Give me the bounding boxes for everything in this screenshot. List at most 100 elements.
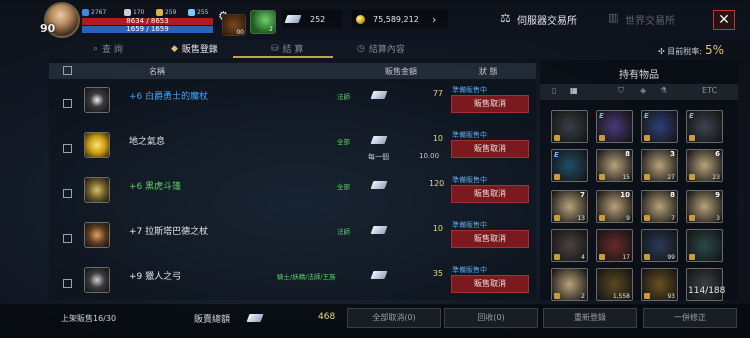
feather-icon xyxy=(370,91,388,99)
inventory-slot[interactable]: 10 9 xyxy=(596,190,633,223)
close-button[interactable]: ✕ xyxy=(713,10,735,30)
potion-bag-icon[interactable]: 00 xyxy=(222,14,246,36)
collect-button[interactable]: 回收(0) xyxy=(444,308,538,328)
edit-all-button[interactable]: 一併修正 xyxy=(643,308,737,328)
filter-armor[interactable]: ⛉ xyxy=(618,86,624,96)
cancel-sale-button[interactable]: 販售取消 xyxy=(451,95,529,113)
inventory-slot[interactable]: E xyxy=(641,110,678,143)
inventory-slot[interactable]: 3 27 xyxy=(641,149,678,182)
table-row[interactable]: +6 白爵勇士的魔杖 法師 77 準備販售中 販售取消 xyxy=(49,82,536,126)
slot-quantity: 8 xyxy=(670,191,675,199)
item-status: 準備販售中 xyxy=(452,131,487,139)
row-checkbox[interactable] xyxy=(63,279,72,288)
cancel-sale-button[interactable]: 販售取消 xyxy=(451,230,529,248)
inventory-slot[interactable]: 87 xyxy=(641,190,678,223)
tab-settle[interactable]: ⛁ 結 算 xyxy=(271,42,303,56)
enchant-badge: E xyxy=(554,151,559,159)
filter-grid[interactable]: ▦ xyxy=(570,86,578,95)
feather-currency: 252 xyxy=(282,10,342,28)
filter-accessory[interactable]: ◈ xyxy=(640,86,646,95)
inventory-slot[interactable]: 93 xyxy=(686,190,723,223)
slot-count: 4 xyxy=(581,254,585,261)
slot-count: 3 xyxy=(716,215,720,222)
tab-settle-history[interactable]: ◷ 結算內容 xyxy=(357,42,405,56)
lock-icon xyxy=(554,293,560,299)
table-row[interactable]: 地之氣息 全部 10 準備販售中 販售取消 每一個 10.00 xyxy=(49,127,536,171)
inventory-slot[interactable]: 1,558 xyxy=(596,268,633,301)
item-class: 法師 xyxy=(337,228,350,236)
inventory-slot[interactable] xyxy=(686,229,723,262)
tab-world-exchange[interactable]: 世界交易所 xyxy=(625,12,675,27)
character-level: 90 xyxy=(40,22,56,35)
sub-tabs: ⌕ 查 詢 ◆ 販售登錄 ⛁ 結 算 ◷ 結算內容 xyxy=(75,40,495,58)
leaf-count: 2 xyxy=(269,26,273,33)
inventory-slot[interactable]: 99 xyxy=(641,229,678,262)
inventory-slot[interactable]: 17 xyxy=(596,229,633,262)
magic-icon xyxy=(188,9,195,16)
table-row[interactable]: +6 黑虎斗篷 全部 120 準備販售中 販售取消 xyxy=(49,172,536,216)
slot-count: 1,558 xyxy=(612,293,630,300)
feather-icon xyxy=(370,136,388,144)
scale-icon: ⚖ xyxy=(500,11,511,25)
table-row[interactable]: +7 拉斯塔巴德之杖 法師 10 準備販售中 販售取消 xyxy=(49,217,536,261)
row-checkbox[interactable] xyxy=(63,144,72,153)
item-icon xyxy=(84,177,110,203)
reregister-button[interactable]: 重新登錄 xyxy=(543,308,637,328)
item-status: 準備販售中 xyxy=(452,176,487,184)
inventory-slot[interactable]: 6 23 xyxy=(686,149,723,182)
cancel-all-button[interactable]: 全部取消(0) xyxy=(347,308,441,328)
item-price: 120 xyxy=(429,179,445,188)
filter-all[interactable]: ▯ xyxy=(552,86,556,95)
item-price: 10 xyxy=(432,134,443,143)
shield-icon xyxy=(82,9,89,16)
top-bar: 90 2767 170 259 255 8634 / 8653 1659 / 1… xyxy=(0,0,750,40)
tab-server-exchange[interactable]: 伺服器交易所 xyxy=(517,12,577,27)
exchange-locked-icon: ▥ xyxy=(608,11,619,24)
inventory-slot[interactable]: E xyxy=(686,110,723,143)
inventory-slot[interactable]: 8 15 xyxy=(596,149,633,182)
row-checkbox[interactable] xyxy=(63,99,72,108)
sword-icon xyxy=(124,9,131,16)
filter-etc[interactable]: ETC xyxy=(702,86,717,95)
inventory-slot[interactable]: 4 xyxy=(551,229,588,262)
tab-sell-register[interactable]: ◆ 販售登錄 xyxy=(171,42,218,56)
inventory-slot[interactable]: E xyxy=(596,110,633,143)
cancel-sale-button[interactable]: 販售取消 xyxy=(451,275,529,293)
filter-potion[interactable]: ⚗ xyxy=(660,86,667,95)
per-unit-label: 每一個 xyxy=(368,153,389,161)
col-price: 販售金額 xyxy=(385,67,417,76)
slot-count: 13 xyxy=(577,215,585,222)
item-class: 騎士/妖精/法師/王族 xyxy=(277,273,336,281)
feather-icon xyxy=(246,314,264,322)
tax-value: 5% xyxy=(704,43,724,57)
stat-magic: 255 xyxy=(188,9,208,16)
cancel-sale-button[interactable]: 販售取消 xyxy=(451,185,529,203)
item-price: 35 xyxy=(432,269,443,278)
search-icon: ⌕ xyxy=(93,43,99,54)
inventory-slot[interactable] xyxy=(551,110,588,143)
inventory-slot[interactable]: E xyxy=(551,149,588,182)
inventory-slot[interactable] xyxy=(686,268,723,301)
item-icon xyxy=(84,267,110,293)
lock-icon xyxy=(689,135,695,141)
tab-search[interactable]: ⌕ 查 詢 xyxy=(93,42,123,56)
cancel-sale-button[interactable]: 販售取消 xyxy=(451,140,529,158)
select-all-checkbox[interactable] xyxy=(63,66,72,75)
slot-quantity: 10 xyxy=(620,191,630,199)
inventory-filters: ▯ ▦ ⛉ ◈ ⚗ ETC xyxy=(540,84,738,100)
item-status: 準備販售中 xyxy=(452,86,487,94)
row-checkbox[interactable] xyxy=(63,234,72,243)
tax-rate: ✣ 目前稅率: 5% xyxy=(658,43,724,57)
lock-icon xyxy=(599,254,605,260)
slot-quantity: 6 xyxy=(715,150,720,158)
row-checkbox[interactable] xyxy=(63,189,72,198)
leaf-item-icon[interactable]: 2 xyxy=(250,10,276,34)
slot-count: 15 xyxy=(622,174,630,181)
slot-quantity: 8 xyxy=(625,150,630,158)
slot-count: 7 xyxy=(671,215,675,222)
inventory-slot[interactable]: 2 xyxy=(551,268,588,301)
currency-expand[interactable]: › xyxy=(432,10,448,28)
inventory-slot[interactable]: 93 xyxy=(641,268,678,301)
inventory-slot[interactable]: 7 13 xyxy=(551,190,588,223)
table-row[interactable]: +9 獵人之弓 騎士/妖精/法師/王族 35 準備販售中 販售取消 xyxy=(49,262,536,306)
